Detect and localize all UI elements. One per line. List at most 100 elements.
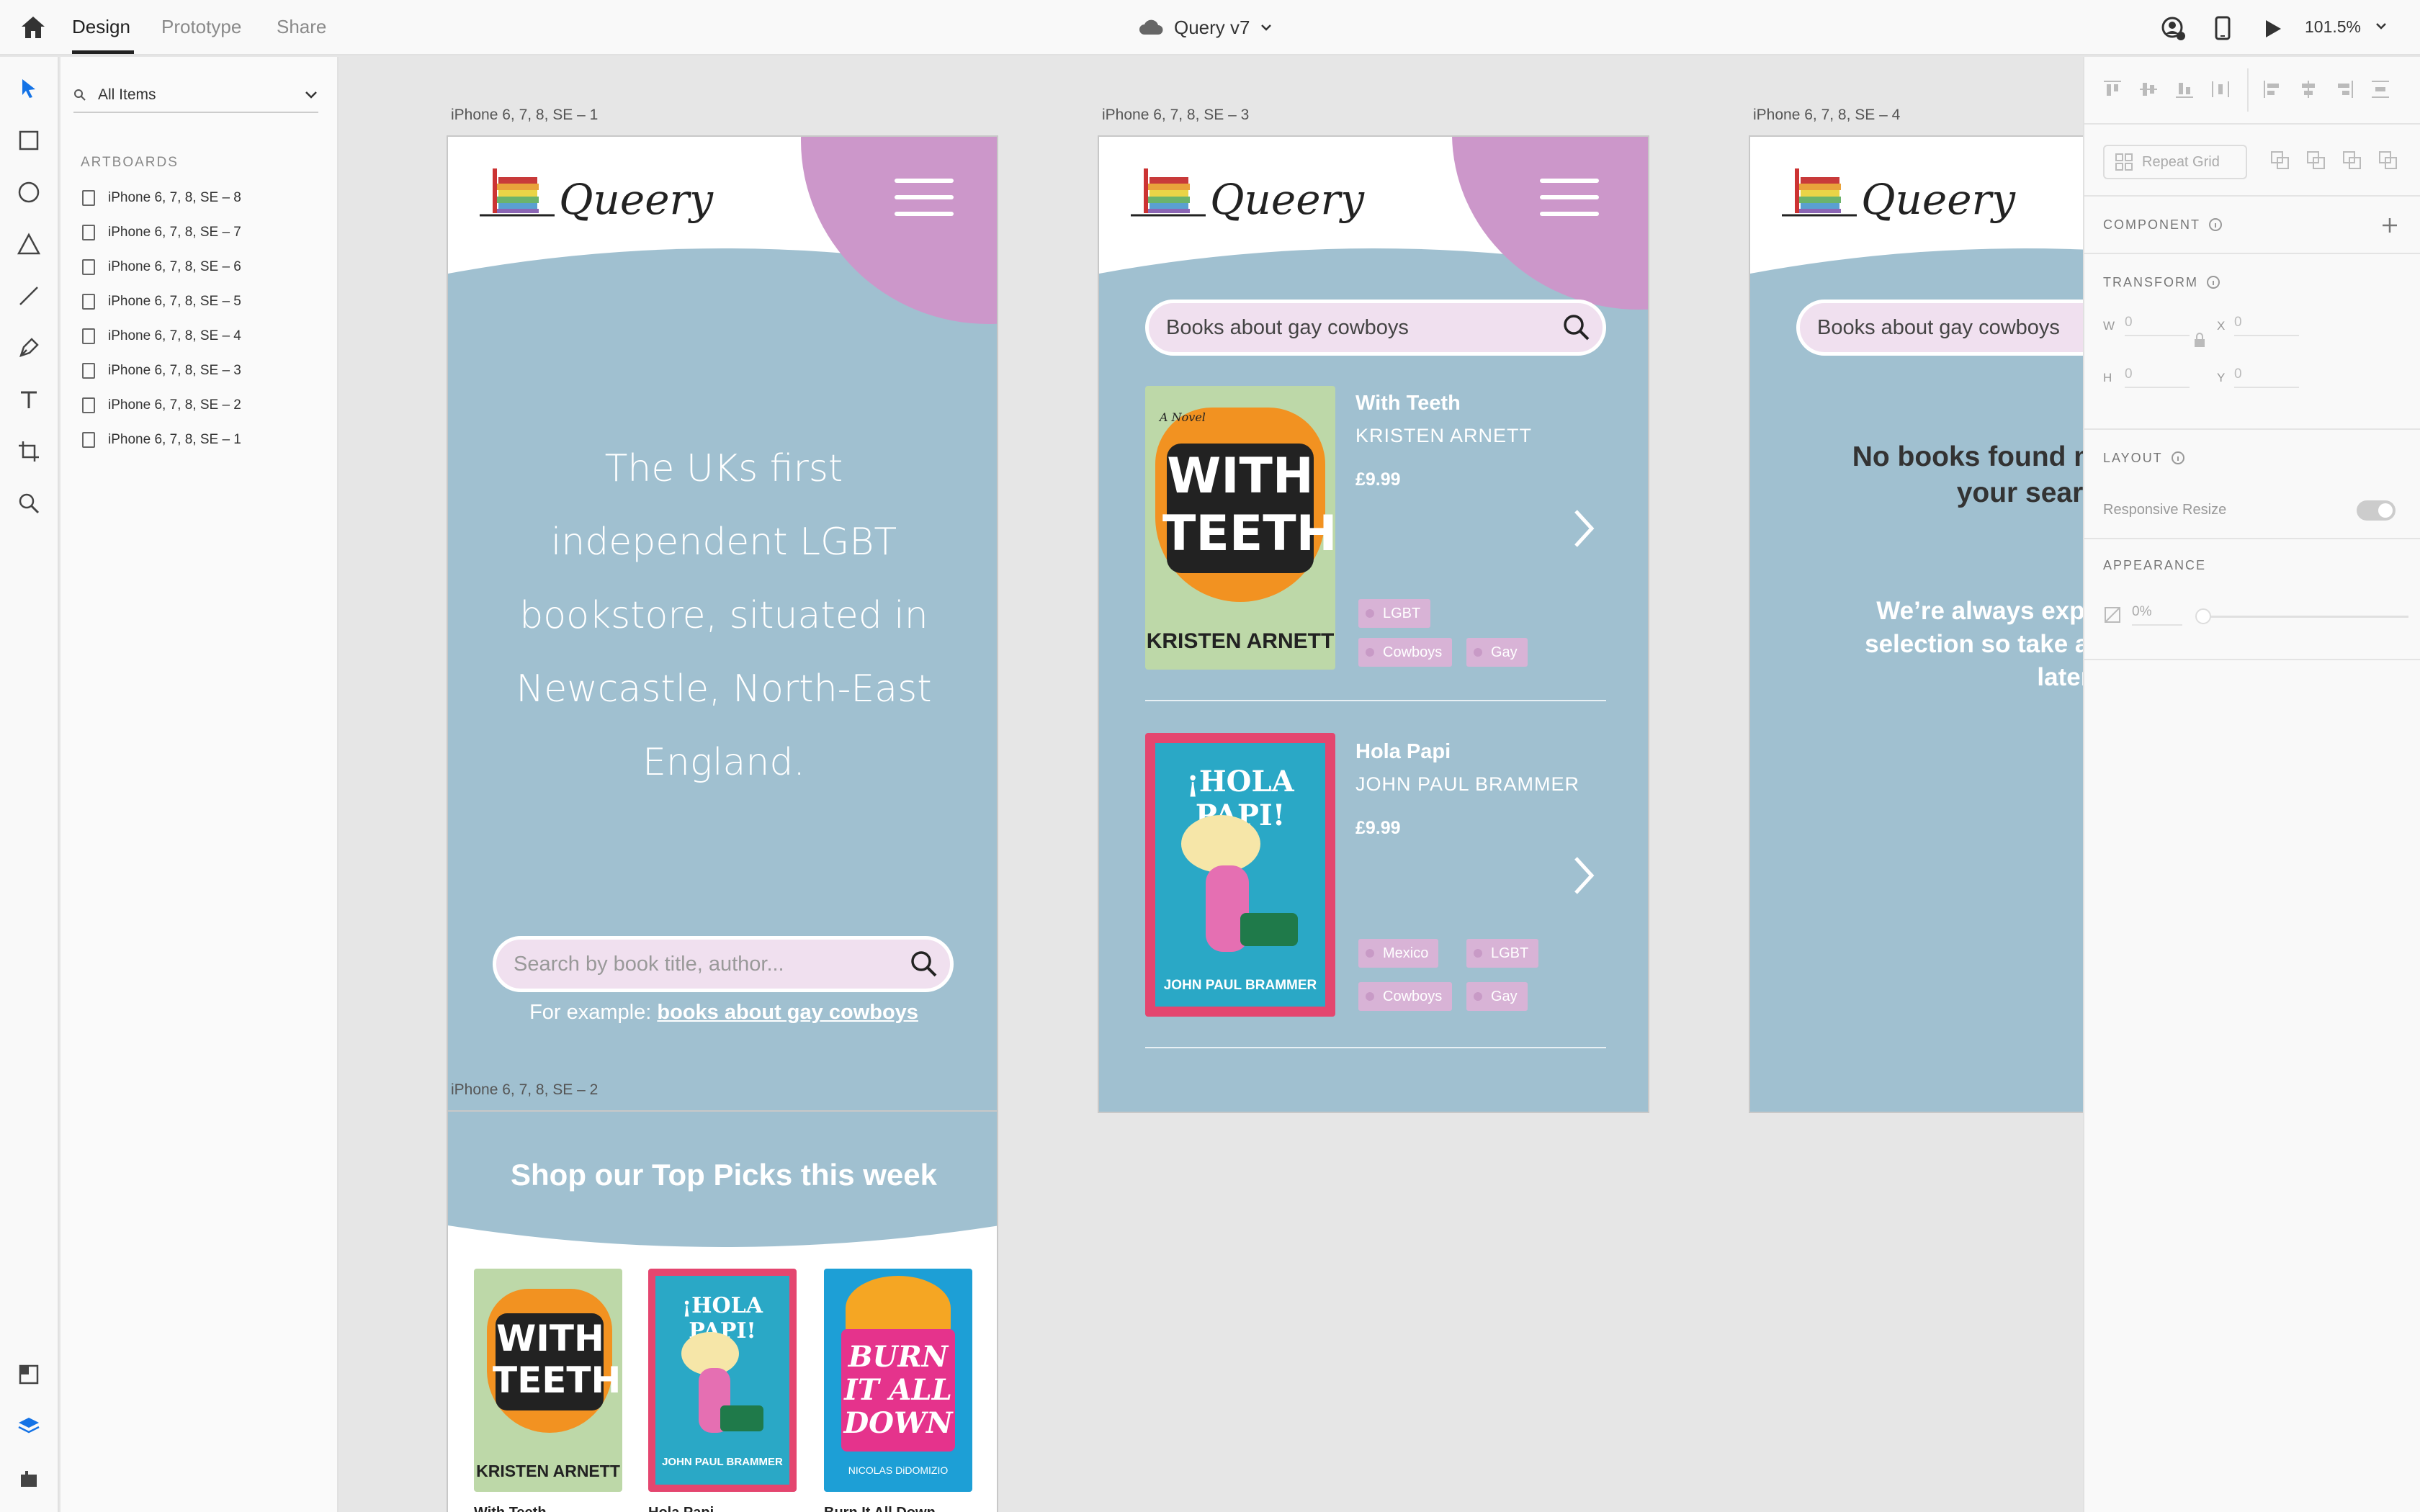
align-bottom-icon[interactable]	[2174, 78, 2195, 100]
align-right-icon[interactable]	[2334, 78, 2355, 100]
plugins-panel-icon[interactable]	[13, 1462, 45, 1494]
zoom-tool-icon[interactable]	[13, 487, 45, 519]
height-field[interactable]: 0	[2125, 366, 2190, 388]
result-title[interactable]: With Teeth	[1355, 392, 1461, 415]
tag[interactable]: Gay	[1466, 638, 1528, 667]
artboard-tool-icon[interactable]	[13, 436, 45, 467]
align-middle-icon[interactable]	[2138, 78, 2159, 100]
queery-logo[interactable]: Queery	[480, 163, 713, 220]
text-tool-icon[interactable]	[13, 384, 45, 415]
pick-title[interactable]: With Teeth	[474, 1505, 547, 1512]
layer-filter-dropdown[interactable]: All Items	[73, 78, 318, 113]
document-title[interactable]: Query v7	[1138, 12, 1272, 43]
pick-title[interactable]: Hola Papi	[648, 1505, 714, 1512]
y-field[interactable]: 0	[2234, 366, 2299, 388]
layer-item[interactable]: iPhone 6, 7, 8, SE – 6	[82, 253, 241, 282]
distribute-horizontal-icon[interactable]	[2210, 78, 2231, 100]
result-author: JOHN PAUL BRAMMER	[1355, 773, 1580, 795]
zoom-level[interactable]: 101.5%	[2305, 17, 2361, 37]
hamburger-menu-icon[interactable]	[1540, 179, 1599, 216]
tab-design[interactable]: Design	[72, 16, 130, 38]
artboard-label[interactable]: iPhone 6, 7, 8, SE – 4	[1753, 107, 1900, 124]
add-icon[interactable]	[2380, 215, 2400, 235]
layer-item[interactable]: iPhone 6, 7, 8, SE – 2	[82, 391, 241, 420]
search-input[interactable]: Search by book title, author...	[493, 936, 954, 992]
opacity-field[interactable]: 0%	[2132, 604, 2182, 626]
ellipse-tool-icon[interactable]	[13, 176, 45, 208]
queery-logo[interactable]: Queery	[1782, 163, 2015, 220]
align-left-icon[interactable]	[2262, 78, 2283, 100]
layer-item[interactable]: iPhone 6, 7, 8, SE – 3	[82, 356, 241, 385]
tag[interactable]: LGBT	[1358, 599, 1431, 628]
info-icon[interactable]	[2208, 217, 2223, 233]
layer-item[interactable]: iPhone 6, 7, 8, SE – 7	[82, 218, 241, 247]
artboard-home[interactable]: Queery The UKs first independent LGBT bo…	[447, 135, 998, 1113]
chevron-right-icon[interactable]	[1569, 854, 1597, 897]
book-cover-burn-it-all-down[interactable]: BURN IT ALL DOWN NICOLAS DiDOMIZIO	[824, 1269, 972, 1492]
grid-icon	[2115, 153, 2133, 171]
hamburger-menu-icon[interactable]	[895, 179, 954, 216]
subtract-boolean-icon[interactable]	[2306, 150, 2326, 171]
layer-item[interactable]: iPhone 6, 7, 8, SE – 4	[82, 322, 241, 351]
opacity-slider-handle[interactable]	[2195, 608, 2211, 624]
home-icon[interactable]	[17, 13, 49, 42]
document-name: Query v7	[1174, 16, 1250, 38]
layer-item[interactable]: iPhone 6, 7, 8, SE – 5	[82, 287, 241, 316]
artboard-label[interactable]: iPhone 6, 7, 8, SE – 3	[1102, 107, 1249, 124]
zoom-chevron-icon[interactable]	[2375, 22, 2387, 30]
line-tool-icon[interactable]	[13, 280, 45, 312]
result-title[interactable]: Hola Papi	[1355, 740, 1451, 764]
polygon-tool-icon[interactable]	[13, 228, 45, 260]
pick-title[interactable]: Burn It All Down	[824, 1505, 936, 1512]
tag[interactable]: Cowboys	[1358, 982, 1453, 1011]
search-input[interactable]: Books about gay cowboys	[1145, 300, 1606, 356]
book-cover-hola-papi[interactable]: ¡HOLA PAPI! JOHN PAUL BRAMMER	[648, 1269, 797, 1492]
pen-tool-icon[interactable]	[13, 332, 45, 364]
distribute-vertical-icon[interactable]	[2370, 78, 2391, 100]
responsive-resize-toggle[interactable]	[2357, 500, 2396, 521]
align-top-icon[interactable]	[2102, 78, 2123, 100]
artboard-icon	[82, 363, 95, 379]
result-price: £9.99	[1355, 469, 1401, 490]
tab-share[interactable]: Share	[277, 16, 326, 38]
info-icon[interactable]	[2170, 450, 2186, 466]
exclude-boolean-icon[interactable]	[2378, 150, 2398, 171]
width-field[interactable]: 0	[2125, 315, 2190, 336]
example-search-link[interactable]: books about gay cowboys	[657, 1001, 918, 1024]
device-preview-icon[interactable]	[2210, 13, 2236, 43]
boolean-ops	[2270, 150, 2398, 171]
artboard-label[interactable]: iPhone 6, 7, 8, SE – 1	[451, 107, 598, 124]
select-tool-icon[interactable]	[13, 73, 45, 104]
book-cover-hola-papi[interactable]: ¡HOLA PAPI! JOHN PAUL BRAMMER	[1145, 733, 1335, 1017]
lock-icon[interactable]	[2192, 332, 2207, 349]
align-toolbar-horizontal	[2262, 78, 2391, 100]
chevron-right-icon[interactable]	[1569, 507, 1597, 550]
add-boolean-icon[interactable]	[2270, 150, 2290, 171]
intersect-boolean-icon[interactable]	[2342, 150, 2362, 171]
play-icon[interactable]	[2259, 14, 2287, 43]
tab-prototype[interactable]: Prototype	[161, 16, 241, 38]
book-cover-with-teeth[interactable]: WITH TEETH KRISTEN ARNETT	[474, 1269, 622, 1492]
artboard-search-results[interactable]: Queery Books about gay cowboys A Novel W…	[1098, 135, 1649, 1113]
align-center-icon[interactable]	[2298, 78, 2319, 100]
artboard-top-picks[interactable]: Shop our Top Picks this week WITH TEETH …	[447, 1110, 998, 1512]
assets-panel-icon[interactable]	[13, 1359, 45, 1390]
repeat-grid-button[interactable]: Repeat Grid	[2103, 145, 2247, 179]
tag[interactable]: Cowboys	[1358, 638, 1453, 667]
layer-item[interactable]: iPhone 6, 7, 8, SE – 1	[82, 426, 241, 454]
tag[interactable]: LGBT	[1466, 939, 1539, 968]
book-cover-with-teeth[interactable]: A Novel WITH TEETH KRISTEN ARNETT	[1145, 386, 1335, 670]
layer-item[interactable]: iPhone 6, 7, 8, SE – 8	[82, 184, 241, 212]
tag[interactable]: Mexico	[1358, 939, 1439, 968]
rectangle-tool-icon[interactable]	[13, 125, 45, 156]
share-user-icon[interactable]	[2159, 14, 2188, 43]
info-icon[interactable]	[2205, 274, 2221, 290]
book-stack-icon	[1131, 168, 1206, 217]
layers-panel-icon[interactable]	[13, 1410, 45, 1442]
tag[interactable]: Gay	[1466, 982, 1528, 1011]
search-value: Books about gay cowboys	[1166, 315, 1409, 339]
queery-logo[interactable]: Queery	[1131, 163, 1364, 220]
artboard-label[interactable]: iPhone 6, 7, 8, SE – 2	[451, 1081, 598, 1099]
opacity-slider-track[interactable]	[2200, 616, 2408, 618]
x-field[interactable]: 0	[2234, 315, 2299, 336]
